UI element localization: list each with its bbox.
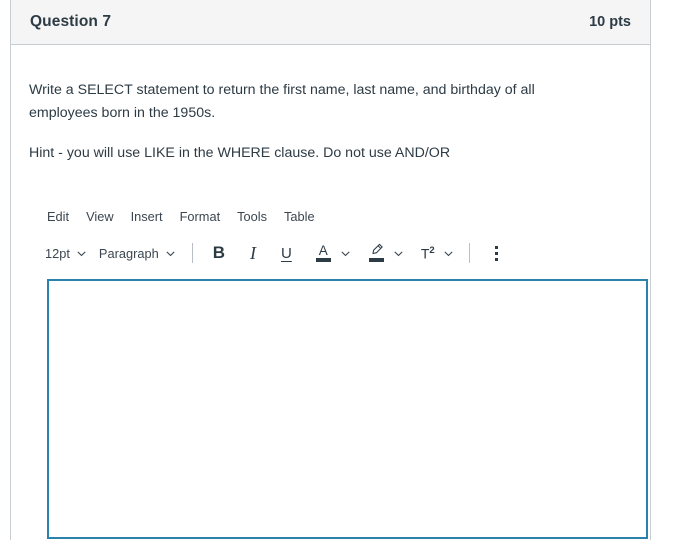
font-size-select[interactable]: 12pt	[39, 240, 93, 266]
chevron-down-icon	[340, 248, 351, 259]
question-body: Write a SELECT statement to return the f…	[11, 45, 650, 540]
underline-button[interactable]: U	[275, 240, 298, 266]
superscript-icon: T2	[420, 245, 435, 262]
toolbar-divider	[191, 243, 193, 264]
text-color-dropdown[interactable]	[338, 240, 353, 266]
text-color-button[interactable]: A	[309, 240, 338, 266]
answer-text-editor[interactable]	[47, 279, 648, 540]
chevron-down-icon	[76, 248, 87, 259]
highlight-color-button[interactable]	[362, 240, 391, 266]
menu-item-view[interactable]: View	[78, 207, 122, 226]
question-hint-text: Hint - you will use LIKE in the WHERE cl…	[29, 145, 451, 162]
editor-toolbar: 12pt Paragraph B I U A T2	[29, 236, 632, 270]
highlight-color-swatch	[368, 258, 384, 263]
chevron-down-icon	[165, 248, 176, 259]
text-color-swatch	[315, 258, 331, 263]
highlighter-pen-icon	[368, 243, 385, 263]
italic-icon: I	[249, 242, 256, 263]
menu-item-edit[interactable]: Edit	[39, 207, 77, 226]
chevron-down-icon	[443, 248, 454, 259]
quiz-question-screen: Question 7 10 pts Write a SELECT stateme…	[0, 0, 676, 540]
question-prompt-text: Write a SELECT statement to return the f…	[29, 82, 535, 122]
question-header: Question 7 10 pts	[11, 0, 650, 45]
highlight-color-dropdown[interactable]	[391, 240, 406, 266]
superscript-dropdown[interactable]	[441, 240, 456, 266]
toolbar-divider	[468, 243, 470, 264]
kebab-menu-icon	[489, 242, 505, 264]
question-points-label: 10 pts	[589, 14, 631, 30]
more-options-button[interactable]	[483, 240, 511, 266]
chevron-down-icon	[393, 248, 404, 259]
superscript-button[interactable]: T2	[415, 240, 441, 266]
question-title: Question 7	[30, 13, 112, 30]
text-color-letter: A	[318, 243, 328, 259]
italic-button[interactable]: I	[241, 240, 265, 266]
text-color-icon: A	[315, 243, 332, 263]
block-format-select[interactable]: Paragraph	[93, 240, 182, 266]
editor-menubar: Edit View Insert Format Tools Table	[29, 203, 632, 229]
rich-text-editor: Edit View Insert Format Tools Table 12pt	[29, 203, 648, 540]
bold-button[interactable]: B	[207, 240, 231, 266]
menu-item-tools[interactable]: Tools	[229, 207, 275, 226]
underline-icon: U	[280, 244, 292, 262]
menu-item-insert[interactable]: Insert	[123, 207, 171, 226]
menu-item-table[interactable]: Table	[276, 207, 323, 226]
bold-icon: B	[212, 243, 225, 263]
block-format-value: Paragraph	[98, 245, 159, 261]
question-panel: Question 7 10 pts Write a SELECT stateme…	[10, 0, 651, 540]
menu-item-format[interactable]: Format	[172, 207, 229, 226]
font-size-value: 12pt	[45, 245, 70, 261]
